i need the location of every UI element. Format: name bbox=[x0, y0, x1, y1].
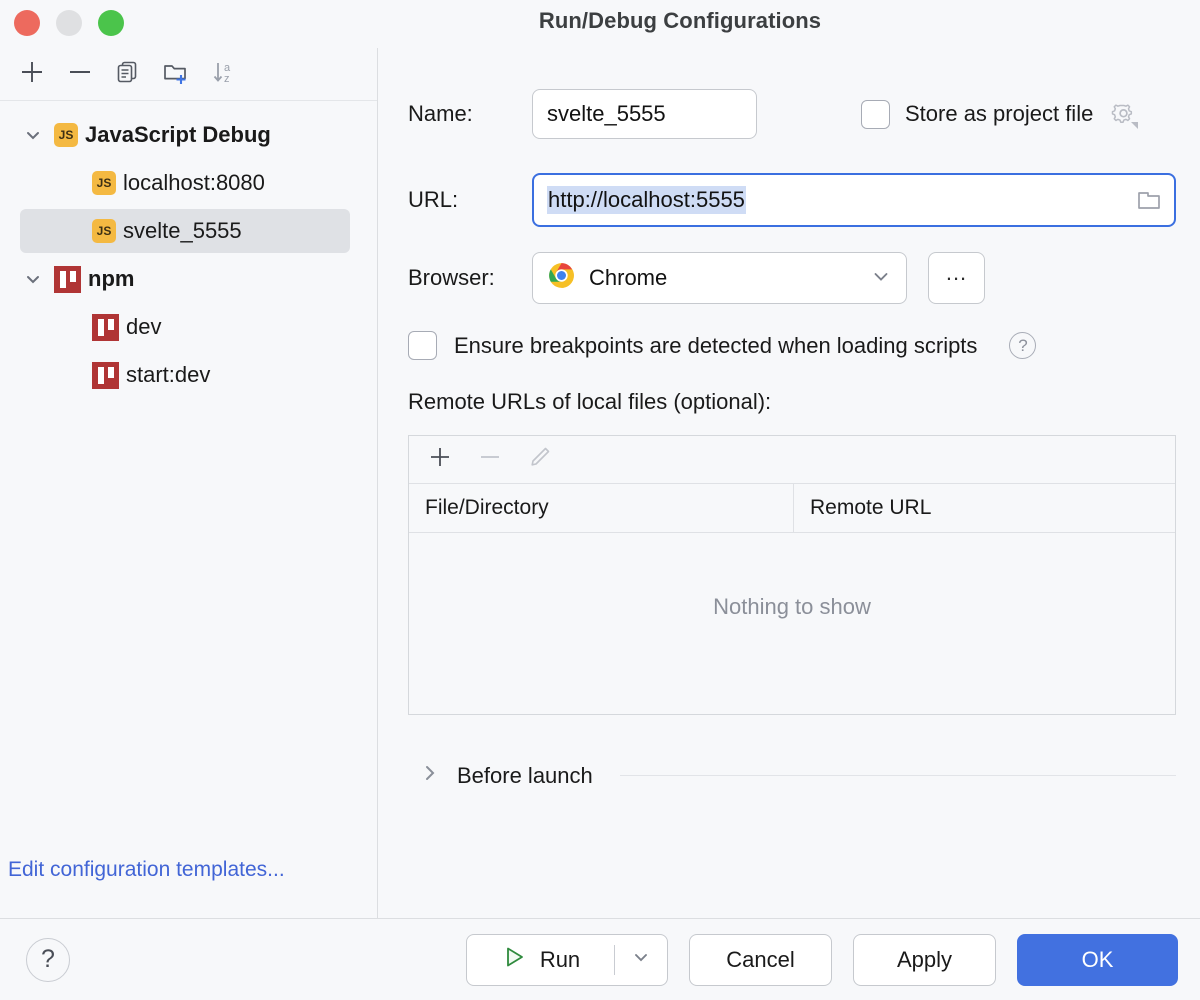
npm-icon bbox=[92, 362, 119, 389]
before-launch-label: Before launch bbox=[457, 763, 593, 789]
chevron-down-icon[interactable] bbox=[870, 265, 892, 292]
chevron-down-icon[interactable] bbox=[20, 266, 46, 292]
store-as-project-file-row[interactable]: Store as project file bbox=[861, 98, 1140, 130]
configuration-form: Name: svelte_5555 Store as project file bbox=[378, 48, 1200, 918]
remote-urls-table: File/Directory Remote URL Nothing to sho… bbox=[408, 435, 1176, 715]
cancel-button[interactable]: Cancel bbox=[689, 934, 832, 986]
url-input[interactable]: http://localhost:5555 bbox=[532, 173, 1176, 227]
name-input[interactable]: svelte_5555 bbox=[532, 89, 757, 139]
store-as-project-file-checkbox[interactable] bbox=[861, 100, 890, 129]
window-title: Run/Debug Configurations bbox=[0, 8, 1200, 34]
remove-remote-url-button bbox=[473, 443, 507, 477]
browser-label: Browser: bbox=[408, 265, 532, 291]
tree-node-label: start:dev bbox=[126, 362, 210, 388]
store-settings-button[interactable] bbox=[1108, 98, 1140, 130]
name-label: Name: bbox=[408, 101, 532, 127]
tree-node-label: localhost:8080 bbox=[123, 170, 265, 196]
pencil-icon bbox=[526, 443, 554, 476]
minus-icon bbox=[66, 58, 94, 91]
sort-alpha-icon: a z bbox=[209, 58, 239, 91]
js-icon: JS bbox=[92, 219, 116, 243]
ensure-breakpoints-checkbox[interactable] bbox=[408, 331, 437, 360]
run-debug-configurations-dialog: Run/Debug Configurations bbox=[0, 0, 1200, 1000]
tree-node-start-dev[interactable]: start:dev bbox=[0, 351, 377, 399]
tree-node-dev[interactable]: dev bbox=[0, 303, 377, 351]
configurations-panel: a z JS JavaScript Debug JS bbox=[0, 48, 378, 918]
run-button[interactable]: Run bbox=[467, 935, 614, 985]
remote-urls-title: Remote URLs of local files (optional): bbox=[408, 389, 1176, 415]
before-launch-section[interactable]: Before launch bbox=[408, 762, 1176, 789]
js-icon: JS bbox=[54, 123, 78, 147]
tree-node-svelte-5555[interactable]: JS svelte_5555 bbox=[0, 207, 377, 255]
plus-icon bbox=[426, 443, 454, 476]
dialog-body: a z JS JavaScript Debug JS bbox=[0, 48, 1200, 918]
tree-node-javascript-debug[interactable]: JS JavaScript Debug bbox=[0, 111, 377, 159]
browse-folder-icon[interactable] bbox=[1136, 188, 1162, 212]
run-button-label: Run bbox=[540, 947, 580, 973]
npm-icon bbox=[54, 266, 81, 293]
gear-icon bbox=[1108, 98, 1140, 130]
edit-configuration-templates-link[interactable]: Edit configuration templates... bbox=[8, 858, 285, 882]
npm-icon bbox=[92, 314, 119, 341]
ensure-breakpoints-row[interactable]: Ensure breakpoints are detected when loa… bbox=[408, 331, 1176, 360]
sort-configurations-button[interactable]: a z bbox=[202, 54, 246, 94]
browser-row: Browser: C bbox=[408, 252, 1176, 304]
browser-more-button[interactable]: ... bbox=[928, 252, 985, 304]
remote-urls-table-header: File/Directory Remote URL bbox=[409, 484, 1175, 533]
tree-node-label: JavaScript Debug bbox=[85, 122, 271, 148]
chevron-down-icon bbox=[631, 947, 651, 973]
browser-select-value: Chrome bbox=[589, 265, 667, 291]
ensure-breakpoints-label: Ensure breakpoints are detected when loa… bbox=[454, 333, 977, 359]
chevron-down-icon[interactable] bbox=[20, 122, 46, 148]
plus-icon bbox=[18, 58, 46, 91]
title-bar: Run/Debug Configurations bbox=[0, 0, 1200, 48]
tree-node-npm[interactable]: npm bbox=[0, 255, 377, 303]
js-icon: JS bbox=[92, 171, 116, 195]
minus-icon bbox=[476, 443, 504, 476]
remote-urls-toolbar bbox=[409, 436, 1175, 484]
ok-button[interactable]: OK bbox=[1017, 934, 1178, 986]
name-row: Name: svelte_5555 Store as project file bbox=[408, 89, 1176, 139]
copy-icon bbox=[114, 58, 142, 91]
column-header-file-directory[interactable]: File/Directory bbox=[409, 484, 794, 532]
before-launch-divider bbox=[620, 775, 1176, 776]
new-folder-button[interactable] bbox=[154, 54, 198, 94]
add-configuration-button[interactable] bbox=[10, 54, 54, 94]
run-dropdown-button[interactable] bbox=[615, 935, 667, 985]
chevron-right-icon[interactable] bbox=[420, 762, 440, 789]
browser-select[interactable]: Chrome bbox=[532, 252, 907, 304]
configurations-tree: JS JavaScript Debug JS localhost:8080 JS… bbox=[0, 101, 377, 918]
store-as-project-file-label: Store as project file bbox=[905, 101, 1093, 127]
folder-add-icon bbox=[161, 58, 191, 91]
tree-node-label: dev bbox=[126, 314, 161, 340]
url-input-value: http://localhost:5555 bbox=[547, 186, 746, 214]
tree-node-localhost-8080[interactable]: JS localhost:8080 bbox=[0, 159, 377, 207]
copy-configuration-button[interactable] bbox=[106, 54, 150, 94]
tree-node-label: npm bbox=[88, 266, 134, 292]
column-header-remote-url[interactable]: Remote URL bbox=[794, 484, 1175, 532]
url-row: URL: http://localhost:5555 bbox=[408, 173, 1176, 227]
help-button[interactable]: ? bbox=[26, 938, 70, 982]
tree-node-label: svelte_5555 bbox=[123, 218, 242, 244]
svg-text:z: z bbox=[224, 73, 230, 85]
play-icon bbox=[501, 944, 527, 976]
remove-configuration-button[interactable] bbox=[58, 54, 102, 94]
edit-remote-url-button bbox=[523, 443, 557, 477]
url-label: URL: bbox=[408, 187, 532, 213]
run-split-button[interactable]: Run bbox=[466, 934, 668, 986]
dialog-footer: ? Run Cancel Apply OK bbox=[0, 918, 1200, 1000]
remote-urls-empty-message: Nothing to show bbox=[409, 533, 1175, 714]
configurations-toolbar: a z bbox=[0, 48, 377, 101]
chrome-icon bbox=[548, 262, 575, 294]
ensure-breakpoints-help-icon[interactable]: ? bbox=[1009, 332, 1036, 359]
apply-button[interactable]: Apply bbox=[853, 934, 996, 986]
add-remote-url-button[interactable] bbox=[423, 443, 457, 477]
